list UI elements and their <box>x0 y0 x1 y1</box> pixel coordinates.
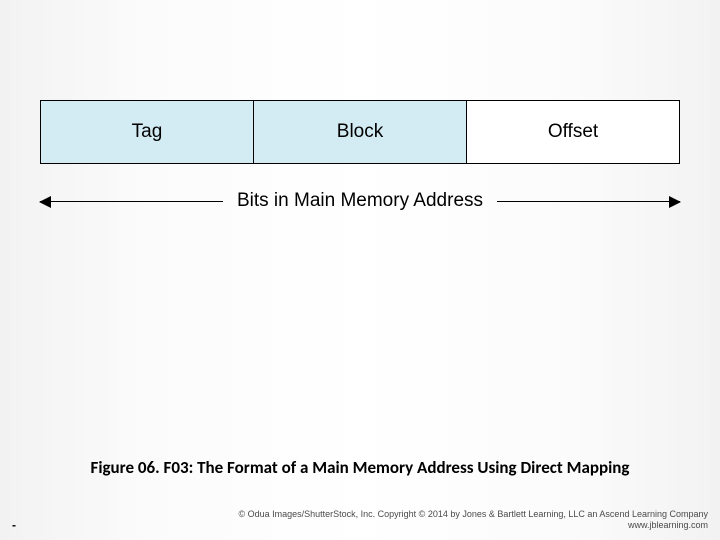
field-offset: Offset <box>467 101 679 163</box>
extent-label: Bits in Main Memory Address <box>223 190 497 212</box>
address-fields-row: Tag Block Offset <box>40 100 680 164</box>
figure-caption: Figure 06. F03: The Format of a Main Mem… <box>0 457 720 478</box>
footer-copyright: © Odua Images/ShutterStock, Inc. Copyrig… <box>238 509 708 521</box>
field-block: Block <box>254 101 467 163</box>
memory-address-diagram: Tag Block Offset Bits in Main Memory Add… <box>40 100 680 212</box>
extent-indicator: Bits in Main Memory Address <box>40 190 680 212</box>
footer-dash: - <box>12 518 16 532</box>
footer-url: www.jblearning.com <box>238 520 708 532</box>
arrow-left-icon <box>40 201 223 202</box>
field-tag: Tag <box>41 101 254 163</box>
slide-footer: - © Odua Images/ShutterStock, Inc. Copyr… <box>0 509 720 532</box>
arrow-right-icon <box>497 201 680 202</box>
